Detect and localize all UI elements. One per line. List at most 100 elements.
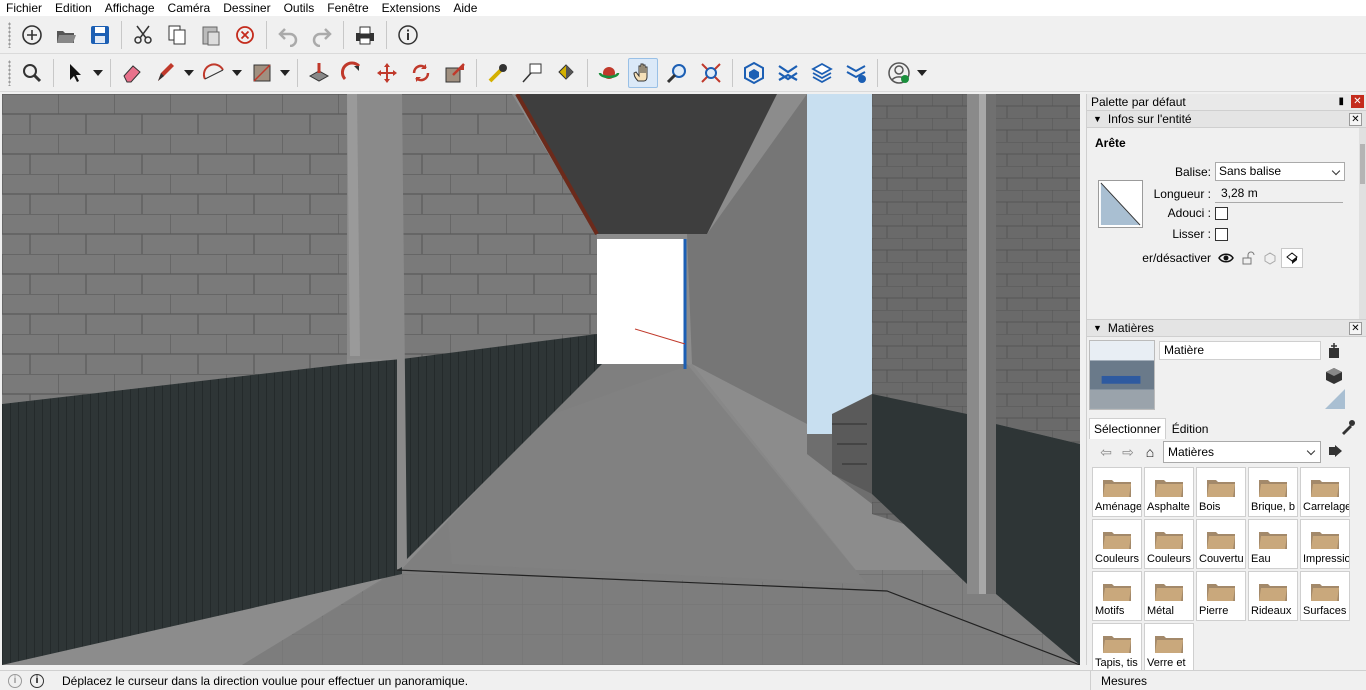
move-tool-button[interactable] [372, 58, 402, 88]
material-folder[interactable]: Asphalte [1144, 467, 1194, 517]
materials-header[interactable]: ▼ Matières ✕ [1087, 319, 1366, 337]
rectangle-dropdown[interactable] [279, 58, 291, 88]
material-folder[interactable]: Tapis, tis [1092, 623, 1142, 673]
components-button[interactable] [841, 58, 871, 88]
material-folder[interactable]: Rideaux [1248, 571, 1298, 621]
new-button[interactable] [17, 20, 47, 50]
pencil-tool-button[interactable] [151, 58, 181, 88]
erase-button[interactable] [230, 20, 260, 50]
menu-edition[interactable]: Edition [55, 1, 92, 15]
forward-arrow-icon[interactable]: ⇨ [1117, 442, 1139, 462]
extension-warehouse-button[interactable] [773, 58, 803, 88]
3d-warehouse-button[interactable] [739, 58, 769, 88]
model-viewport[interactable] [2, 94, 1080, 665]
menu-affichage[interactable]: Affichage [105, 1, 155, 15]
arc-tool-button[interactable] [199, 58, 229, 88]
material-folder[interactable]: Impressio [1300, 519, 1350, 569]
material-folder[interactable]: Eau [1248, 519, 1298, 569]
tape-measure-tool-button[interactable] [483, 58, 513, 88]
lock-icon[interactable] [1237, 248, 1259, 268]
zoom-extents-tool-button[interactable] [696, 58, 726, 88]
entity-info-header[interactable]: ▼ Infos sur l'entité ✕ [1087, 110, 1366, 128]
toolbar-grip[interactable] [8, 59, 11, 86]
menu-dessiner[interactable]: Dessiner [223, 1, 270, 15]
menu-extensions[interactable]: Extensions [382, 1, 441, 15]
entity-info-close-button[interactable]: ✕ [1349, 113, 1362, 126]
material-thumbnail[interactable] [1089, 340, 1155, 410]
material-folder[interactable]: Métal [1144, 571, 1194, 621]
smooth-checkbox[interactable] [1215, 227, 1228, 241]
copy-button[interactable] [162, 20, 192, 50]
tab-select[interactable]: Sélectionner [1089, 418, 1166, 439]
pin-icon[interactable]: ▮ [1338, 96, 1344, 107]
cut-button[interactable] [128, 20, 158, 50]
measurements-box[interactable]: Mesures [1090, 671, 1366, 690]
sample-material-icon[interactable] [1325, 389, 1345, 412]
toolbar-grip[interactable] [8, 21, 11, 48]
material-folder[interactable]: Bois [1196, 467, 1246, 517]
menu-aide[interactable]: Aide [453, 1, 477, 15]
pan-tool-button[interactable] [628, 57, 658, 88]
eyedropper-icon[interactable] [1340, 419, 1356, 438]
material-name-field[interactable]: Matière [1159, 341, 1321, 360]
pencil-dropdown[interactable] [183, 58, 195, 88]
zoom-window-tool-button[interactable] [662, 58, 692, 88]
material-folder[interactable]: Verre et [1144, 623, 1194, 673]
paste-button[interactable] [196, 20, 226, 50]
create-material-icon[interactable] [1327, 343, 1341, 362]
open-button[interactable] [51, 20, 81, 50]
account-button[interactable] [884, 58, 914, 88]
material-folder[interactable]: Carrelage [1300, 467, 1350, 517]
paint-bucket-tool-button[interactable] [551, 58, 581, 88]
select-dropdown[interactable] [92, 58, 104, 88]
material-folder[interactable]: Motifs [1092, 571, 1142, 621]
instructor-info-icon[interactable]: i [30, 673, 44, 688]
menu-fenetre[interactable]: Fenêtre [327, 1, 368, 15]
model-info-button[interactable] [393, 20, 423, 50]
tag-select[interactable]: Sans balise [1215, 162, 1345, 181]
materials-close-button[interactable]: ✕ [1349, 322, 1362, 335]
tab-edit[interactable]: Édition [1168, 419, 1213, 439]
back-arrow-icon[interactable]: ⇦ [1095, 442, 1117, 462]
soften-checkbox[interactable] [1215, 206, 1228, 220]
follow-me-tool-button[interactable] [338, 58, 368, 88]
material-folder[interactable]: Pierre [1196, 571, 1246, 621]
shadow-cast-icon[interactable] [1259, 248, 1281, 268]
undo-button[interactable] [273, 20, 303, 50]
material-folder[interactable]: Aménage [1092, 467, 1142, 517]
redo-button[interactable] [307, 20, 337, 50]
text-tool-button[interactable] [517, 58, 547, 88]
print-button[interactable] [350, 20, 380, 50]
length-input[interactable]: 3,28 m [1215, 184, 1343, 203]
zoom-tool-button[interactable] [17, 58, 47, 88]
menu-camera[interactable]: Caméra [168, 1, 211, 15]
material-folder[interactable]: Surfaces [1300, 571, 1350, 621]
home-icon[interactable]: ⌂ [1139, 442, 1161, 462]
select-tool-button[interactable] [60, 58, 90, 88]
default-material-icon[interactable] [1325, 367, 1343, 388]
arc-dropdown[interactable] [231, 58, 243, 88]
entity-scrollbar[interactable] [1359, 128, 1366, 319]
eye-icon[interactable] [1215, 248, 1237, 268]
rotate-tool-button[interactable] [406, 58, 436, 88]
orbit-tool-button[interactable] [594, 58, 624, 88]
geo-location-icon[interactable]: i [8, 673, 22, 688]
tray-close-button[interactable]: ✕ [1351, 95, 1364, 108]
eraser-tool-button[interactable] [117, 58, 147, 88]
material-folder[interactable]: Couvertu [1196, 519, 1246, 569]
menu-fichier[interactable]: Fichier [6, 1, 42, 15]
material-folder[interactable]: Couleurs [1144, 519, 1194, 569]
material-folder-label: Couleurs [1147, 553, 1192, 565]
rectangle-tool-button[interactable] [247, 58, 277, 88]
push-pull-tool-button[interactable] [304, 58, 334, 88]
material-folder[interactable]: Brique, b [1248, 467, 1298, 517]
details-arrow-icon[interactable] [1329, 444, 1343, 461]
menu-outils[interactable]: Outils [284, 1, 315, 15]
shadow-receive-icon[interactable] [1281, 248, 1303, 268]
library-select[interactable]: Matières [1163, 441, 1321, 463]
material-folder[interactable]: Couleurs [1092, 519, 1142, 569]
layers-button[interactable] [807, 58, 837, 88]
account-dropdown[interactable] [916, 58, 928, 88]
scale-tool-button[interactable] [440, 58, 470, 88]
save-button[interactable] [85, 20, 115, 50]
